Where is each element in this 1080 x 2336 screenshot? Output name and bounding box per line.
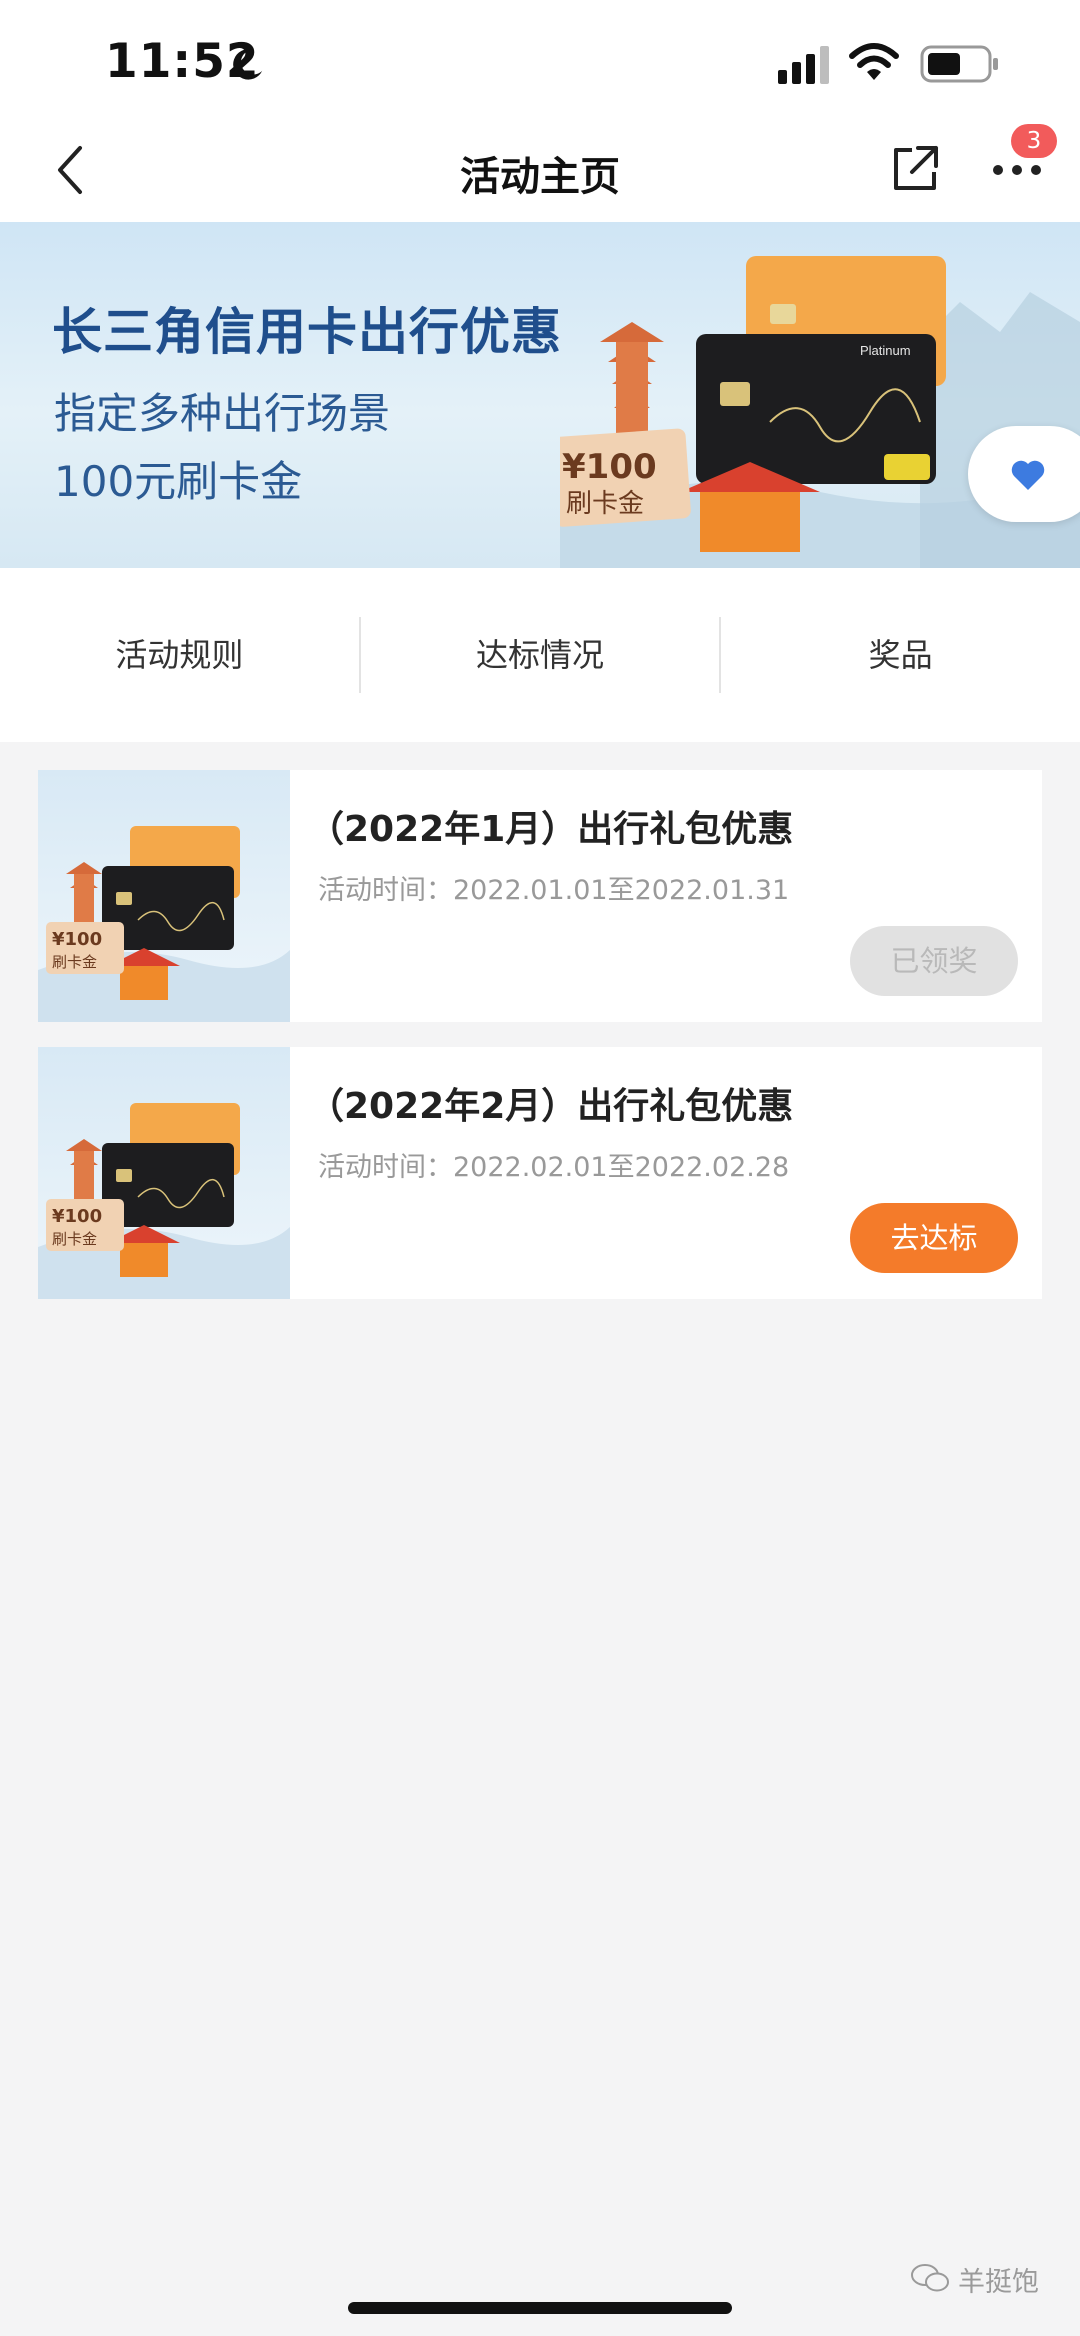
thumbnail-illustration: ¥100 刷卡金	[38, 826, 290, 1022]
activity-thumbnail: ¥100 刷卡金	[38, 1047, 290, 1299]
wechat-icon	[911, 2264, 949, 2292]
thumbnail-illustration: ¥100 刷卡金	[38, 1103, 290, 1299]
thumb-amount: ¥100	[52, 1206, 102, 1227]
activity-card[interactable]: ¥100 刷卡金 （2022年2月）出行礼包优惠 活动时间：2022.02.01…	[38, 1047, 1042, 1299]
tab-progress[interactable]: 达标情况	[361, 568, 720, 742]
heart-icon	[1011, 460, 1045, 490]
card-tier-label: Platinum	[860, 343, 911, 358]
activity-time: 活动时间：2022.01.01至2022.01.31	[318, 875, 790, 906]
tab-prizes[interactable]: 奖品	[721, 568, 1080, 742]
claimed-button: 已领奖	[850, 926, 1018, 996]
status-bar: 11:52	[0, 0, 1080, 120]
activity-thumbnail: ¥100 刷卡金	[38, 770, 290, 1022]
tab-bar: 活动规则 达标情况 奖品	[0, 568, 1080, 742]
notification-badge: 3	[1011, 124, 1057, 158]
thumb-amount: ¥100	[52, 929, 102, 950]
favorite-button[interactable]	[968, 426, 1080, 522]
go-complete-button[interactable]: 去达标	[850, 1203, 1018, 1273]
promo-banner[interactable]: 长三角信用卡出行优惠 指定多种出行场景 100元刷卡金 Platinum ¥10…	[0, 222, 1080, 568]
activity-card[interactable]: ¥100 刷卡金 （2022年1月）出行礼包优惠 活动时间：2022.01.01…	[38, 770, 1042, 1022]
coupon-amount: ¥100	[562, 447, 657, 487]
moon-icon	[233, 49, 263, 80]
activity-time: 活动时间：2022.02.01至2022.02.28	[318, 1152, 790, 1183]
thumb-label: 刷卡金	[52, 953, 97, 971]
coupon-label: 刷卡金	[566, 489, 644, 519]
nav-bar: 活动主页 3	[0, 120, 1080, 222]
activity-card-body: （2022年2月）出行礼包优惠 活动时间：2022.02.01至2022.02.…	[290, 1047, 1042, 1299]
share-icon[interactable]	[890, 142, 942, 194]
banner-subtitle-2: 100元刷卡金	[54, 457, 303, 506]
signal-icon	[778, 46, 829, 84]
activity-card-body: （2022年1月）出行礼包优惠 活动时间：2022.01.01至2022.01.…	[290, 770, 1042, 1022]
thumb-label: 刷卡金	[52, 1230, 97, 1248]
activity-title: （2022年2月）出行礼包优惠	[308, 1086, 794, 1127]
home-indicator	[348, 2302, 732, 2314]
activity-title: （2022年1月）出行礼包优惠	[308, 809, 794, 850]
watermark: 羊挺饱	[958, 2267, 1039, 2298]
wifi-icon	[849, 43, 899, 80]
battery-icon	[920, 45, 998, 83]
tab-rules[interactable]: 活动规则	[0, 568, 359, 742]
banner-subtitle-1: 指定多种出行场景	[54, 389, 391, 438]
page: 11:52 活动主页 3 长三角信用卡出行优惠 指定多种出行场景 100元刷卡金…	[0, 0, 1080, 2336]
banner-title: 长三角信用卡出行优惠	[52, 303, 562, 361]
